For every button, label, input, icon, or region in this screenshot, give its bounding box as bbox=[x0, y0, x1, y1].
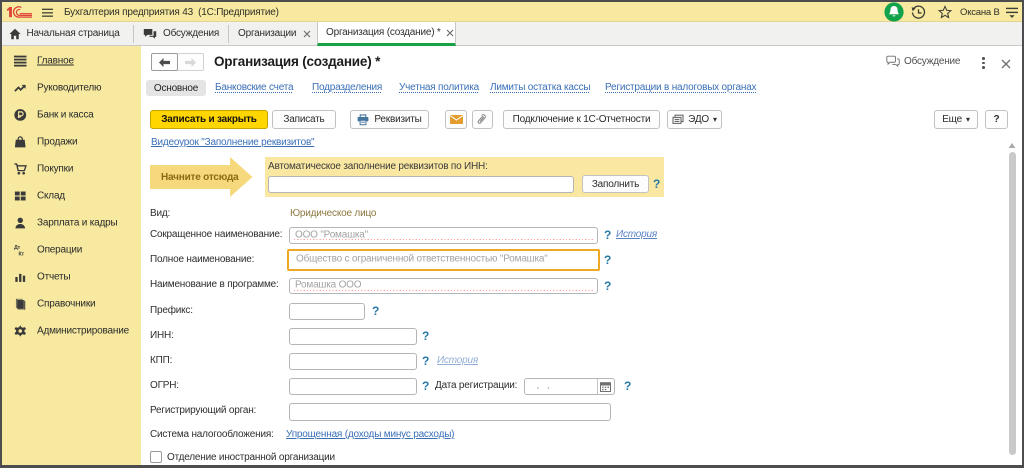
svg-text:Дт: Дт bbox=[14, 245, 21, 251]
svg-text:Кт: Кт bbox=[18, 251, 24, 256]
